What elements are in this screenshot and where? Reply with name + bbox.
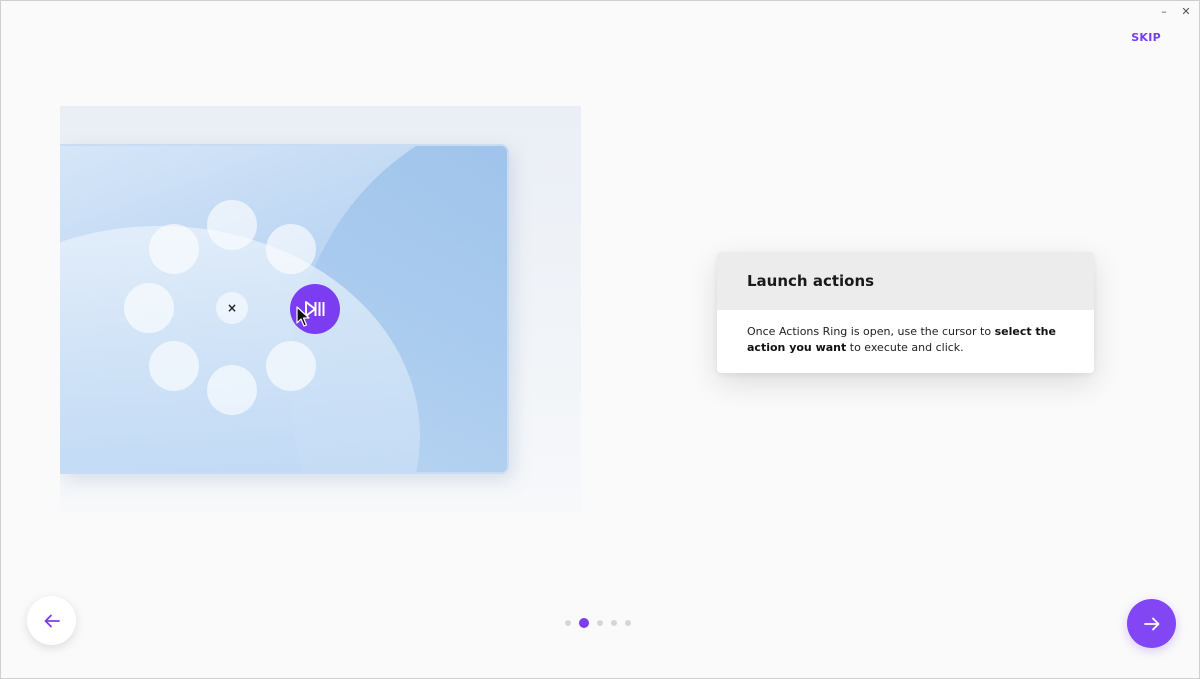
next-button[interactable] — [1127, 599, 1176, 648]
page-dot-4[interactable] — [611, 620, 617, 626]
mouse-cursor-icon — [296, 306, 310, 327]
instruction-text: Once Actions Ring is open, use the curso… — [717, 310, 1094, 356]
back-button[interactable] — [27, 596, 76, 645]
instruction-card: Launch actions Once Actions Ring is open… — [717, 252, 1094, 373]
page-dot-5[interactable] — [625, 620, 631, 626]
minimize-button[interactable]: – — [1157, 4, 1171, 18]
instruction-card-header: Launch actions — [717, 252, 1094, 310]
onboarding-window: – ✕ SKIP × Launch actions Once Actions R… — [0, 0, 1200, 679]
skip-button[interactable]: SKIP — [1131, 31, 1161, 44]
ring-slot — [266, 224, 316, 274]
instruction-text-part: to execute and click. — [846, 341, 964, 354]
instruction-title: Launch actions — [747, 272, 875, 290]
arrow-right-icon — [1143, 617, 1159, 630]
ring-slot — [149, 224, 199, 274]
ring-slot — [266, 341, 316, 391]
ring-slot — [207, 365, 257, 415]
page-dot-1[interactable] — [565, 620, 571, 626]
close-window-button[interactable]: ✕ — [1179, 4, 1193, 18]
window-controls: – ✕ — [1157, 4, 1193, 18]
instruction-text-part: Once Actions Ring is open, use the curso… — [747, 325, 995, 338]
ring-close-icon: × — [216, 292, 248, 324]
illustration-screen: × — [60, 144, 509, 474]
ring-slot — [207, 200, 257, 250]
page-indicator — [565, 617, 631, 629]
ring-slot — [124, 283, 174, 333]
tutorial-illustration: × — [60, 106, 581, 513]
ring-slot — [149, 341, 199, 391]
page-dot-3[interactable] — [597, 620, 603, 626]
arrow-left-icon — [44, 614, 60, 627]
page-dot-2-active[interactable] — [579, 618, 589, 628]
